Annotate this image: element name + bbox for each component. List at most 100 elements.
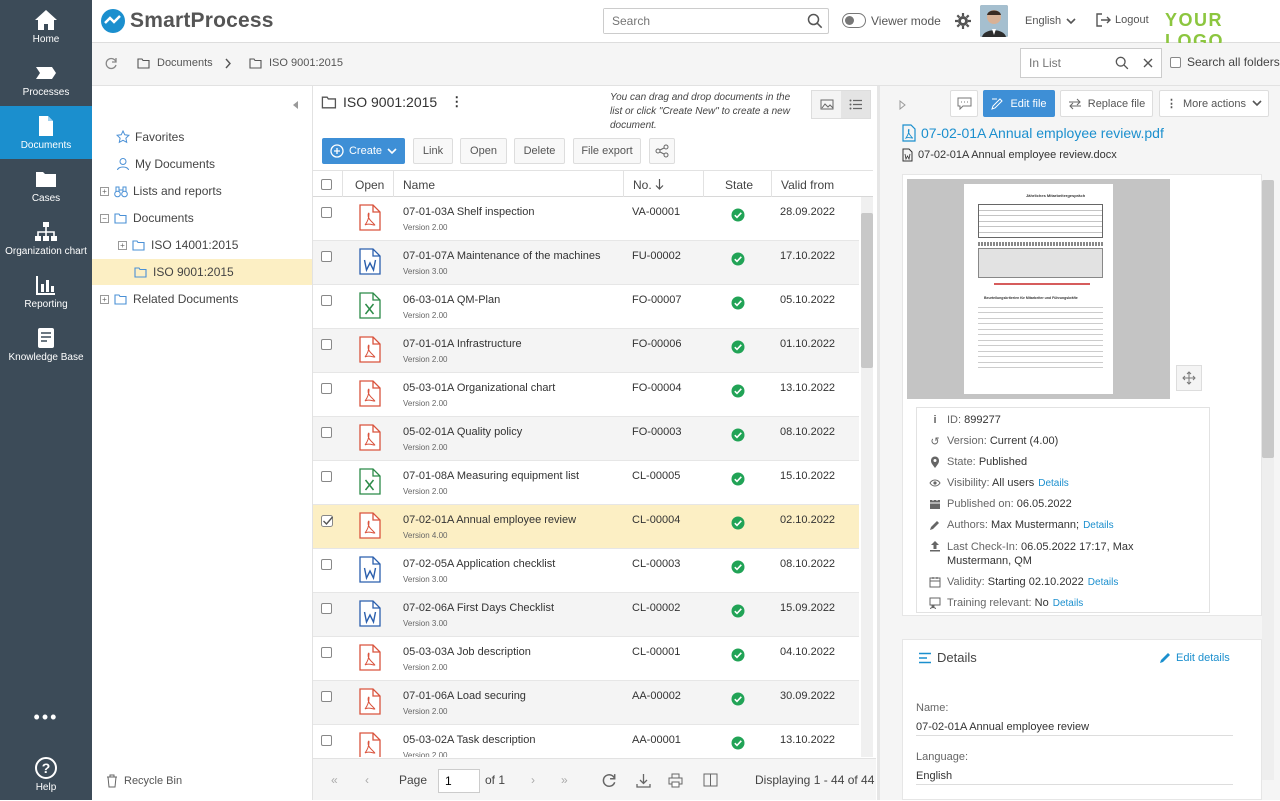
column-valid-from[interactable]: Valid from bbox=[781, 178, 834, 192]
in-list-search[interactable] bbox=[1020, 48, 1162, 78]
sort-down-icon[interactable] bbox=[655, 178, 664, 190]
open-file-button[interactable] bbox=[358, 336, 382, 366]
toggle-switch[interactable] bbox=[842, 13, 866, 28]
gear-icon[interactable] bbox=[955, 13, 971, 29]
row-checkbox[interactable] bbox=[321, 339, 332, 350]
table-row[interactable]: 07-01-08A Measuring equipment list Versio… bbox=[313, 461, 859, 505]
more-actions-button[interactable]: ⋮ More actions bbox=[1159, 90, 1269, 117]
brand-logo[interactable]: SmartProcess bbox=[100, 8, 274, 34]
language-selector[interactable]: English bbox=[1025, 15, 1076, 27]
page-input[interactable] bbox=[438, 769, 480, 793]
open-file-button[interactable] bbox=[358, 424, 382, 454]
open-file-button[interactable] bbox=[358, 468, 382, 498]
list-view-button[interactable] bbox=[841, 91, 870, 118]
recycle-bin[interactable]: Recycle Bin bbox=[106, 774, 182, 788]
row-checkbox[interactable] bbox=[321, 471, 332, 482]
search-all-checkbox[interactable] bbox=[1170, 56, 1181, 68]
next-page-icon[interactable]: › bbox=[531, 773, 535, 787]
column-no[interactable]: No. bbox=[633, 178, 652, 192]
validity-details-link[interactable]: Details bbox=[1088, 577, 1119, 588]
row-checkbox[interactable] bbox=[321, 559, 332, 570]
open-file-button[interactable] bbox=[358, 732, 382, 757]
table-row[interactable]: 07-01-06A Load securing Version 2.00 AA-00… bbox=[313, 681, 859, 725]
nav-reporting[interactable]: Reporting bbox=[0, 265, 92, 318]
move-handle[interactable] bbox=[1176, 365, 1202, 391]
row-checkbox[interactable] bbox=[321, 207, 332, 218]
open-file-button[interactable] bbox=[358, 204, 382, 234]
nav-processes[interactable]: Processes bbox=[0, 53, 92, 106]
comments-button[interactable] bbox=[950, 90, 978, 117]
nav-help[interactable]: ? Help bbox=[0, 748, 92, 801]
nav-cases[interactable]: Cases bbox=[0, 159, 92, 212]
table-row[interactable]: 07-01-03A Shelf inspection Version 2.00 VA… bbox=[313, 197, 859, 241]
nav-documents[interactable]: Documents bbox=[0, 106, 92, 159]
open-file-button[interactable] bbox=[358, 248, 382, 278]
file-export-button[interactable]: File export bbox=[573, 138, 641, 164]
breadcrumb-documents[interactable]: Documents bbox=[137, 57, 213, 69]
authors-details-link[interactable]: Details bbox=[1083, 520, 1114, 531]
open-button[interactable]: Open bbox=[460, 138, 507, 164]
download-icon[interactable] bbox=[636, 773, 651, 788]
tree-item-favorites[interactable]: Favorites bbox=[92, 124, 312, 150]
row-checkbox[interactable] bbox=[321, 427, 332, 438]
expand-icon[interactable]: + bbox=[100, 294, 109, 304]
tree-item-related-documents[interactable]: + Related Documents bbox=[92, 286, 312, 312]
table-row[interactable]: 07-01-01A Infrastructure Version 2.00 FO-0… bbox=[313, 329, 859, 373]
replace-file-button[interactable]: Replace file bbox=[1060, 90, 1153, 117]
open-file-button[interactable] bbox=[358, 688, 382, 718]
search-icon[interactable] bbox=[807, 13, 823, 29]
search-input[interactable] bbox=[604, 9, 794, 33]
source-file-link[interactable]: 07-02-01A Annual employee review.docx bbox=[902, 148, 1117, 162]
row-checkbox[interactable] bbox=[321, 691, 332, 702]
search-icon[interactable] bbox=[1115, 56, 1129, 70]
row-checkbox[interactable] bbox=[321, 735, 332, 746]
open-file-button[interactable] bbox=[358, 380, 382, 410]
detail-scrollbar[interactable] bbox=[1262, 180, 1274, 780]
row-checkbox[interactable] bbox=[321, 383, 332, 394]
tree-item-documents[interactable]: − Documents bbox=[92, 205, 312, 231]
select-all-checkbox[interactable] bbox=[321, 179, 332, 190]
row-checkbox[interactable] bbox=[321, 251, 332, 262]
list-scrollbar-thumb[interactable] bbox=[861, 213, 873, 368]
expand-icon[interactable]: + bbox=[118, 240, 127, 250]
table-row[interactable]: 07-02-01A Annual employee review Version … bbox=[313, 505, 859, 549]
refresh-icon[interactable] bbox=[105, 57, 118, 70]
edit-details-button[interactable]: Edit details bbox=[1159, 651, 1230, 664]
tree-item-iso-14001[interactable]: + ISO 14001:2015 bbox=[92, 232, 312, 258]
table-row[interactable]: 05-02-01A Quality policy Version 2.00 FO-0… bbox=[313, 417, 859, 461]
nav-organization-chart[interactable]: Organization chart bbox=[0, 212, 92, 265]
nav-home[interactable]: Home bbox=[0, 0, 92, 53]
expand-icon[interactable]: + bbox=[100, 186, 109, 196]
collapse-panel-icon[interactable] bbox=[292, 100, 299, 110]
detail-scrollbar-thumb[interactable] bbox=[1262, 180, 1274, 458]
logout-button[interactable]: Logout bbox=[1096, 13, 1149, 27]
row-checkbox[interactable] bbox=[321, 295, 332, 306]
in-list-input[interactable] bbox=[1021, 49, 1111, 77]
table-row[interactable]: 07-01-07A Maintenance of the machines Ver… bbox=[313, 241, 859, 285]
prev-page-icon[interactable]: ‹ bbox=[365, 773, 369, 787]
refresh-icon[interactable] bbox=[602, 773, 617, 788]
search-all-folders[interactable]: Search all folders bbox=[1170, 55, 1280, 69]
open-file-button[interactable] bbox=[358, 644, 382, 674]
viewer-mode-toggle[interactable]: Viewer mode bbox=[842, 13, 941, 28]
open-file-button[interactable] bbox=[358, 600, 382, 630]
more-menu-button[interactable]: ••• bbox=[0, 707, 92, 728]
file-title-link[interactable]: 07-02-01A Annual employee review.pdf bbox=[902, 124, 1164, 142]
row-checkbox[interactable] bbox=[321, 603, 332, 614]
tree-item-my-documents[interactable]: My Documents bbox=[92, 151, 312, 177]
delete-button[interactable]: Delete bbox=[514, 138, 565, 164]
print-icon[interactable] bbox=[668, 773, 683, 788]
table-row[interactable]: 05-03-03A Job description Version 2.00 CL-… bbox=[313, 637, 859, 681]
column-state[interactable]: State bbox=[725, 178, 753, 192]
table-row[interactable]: 05-03-02A Task description Version 2.00 AA… bbox=[313, 725, 859, 757]
tree-item-iso-9001[interactable]: ISO 9001:2015 bbox=[92, 259, 312, 285]
row-checkbox-checked[interactable] bbox=[321, 515, 334, 528]
preview-view-button[interactable] bbox=[812, 91, 841, 118]
clear-icon[interactable] bbox=[1143, 58, 1153, 68]
document-preview[interactable]: Jährliches Mitarbeitergespräch Beurteilu… bbox=[907, 179, 1170, 399]
expand-panel-icon[interactable] bbox=[899, 100, 906, 110]
column-open[interactable]: Open bbox=[355, 178, 384, 192]
row-checkbox[interactable] bbox=[321, 647, 332, 658]
nav-knowledge-base[interactable]: Knowledge Base bbox=[0, 318, 92, 371]
create-button[interactable]: Create bbox=[322, 138, 405, 164]
